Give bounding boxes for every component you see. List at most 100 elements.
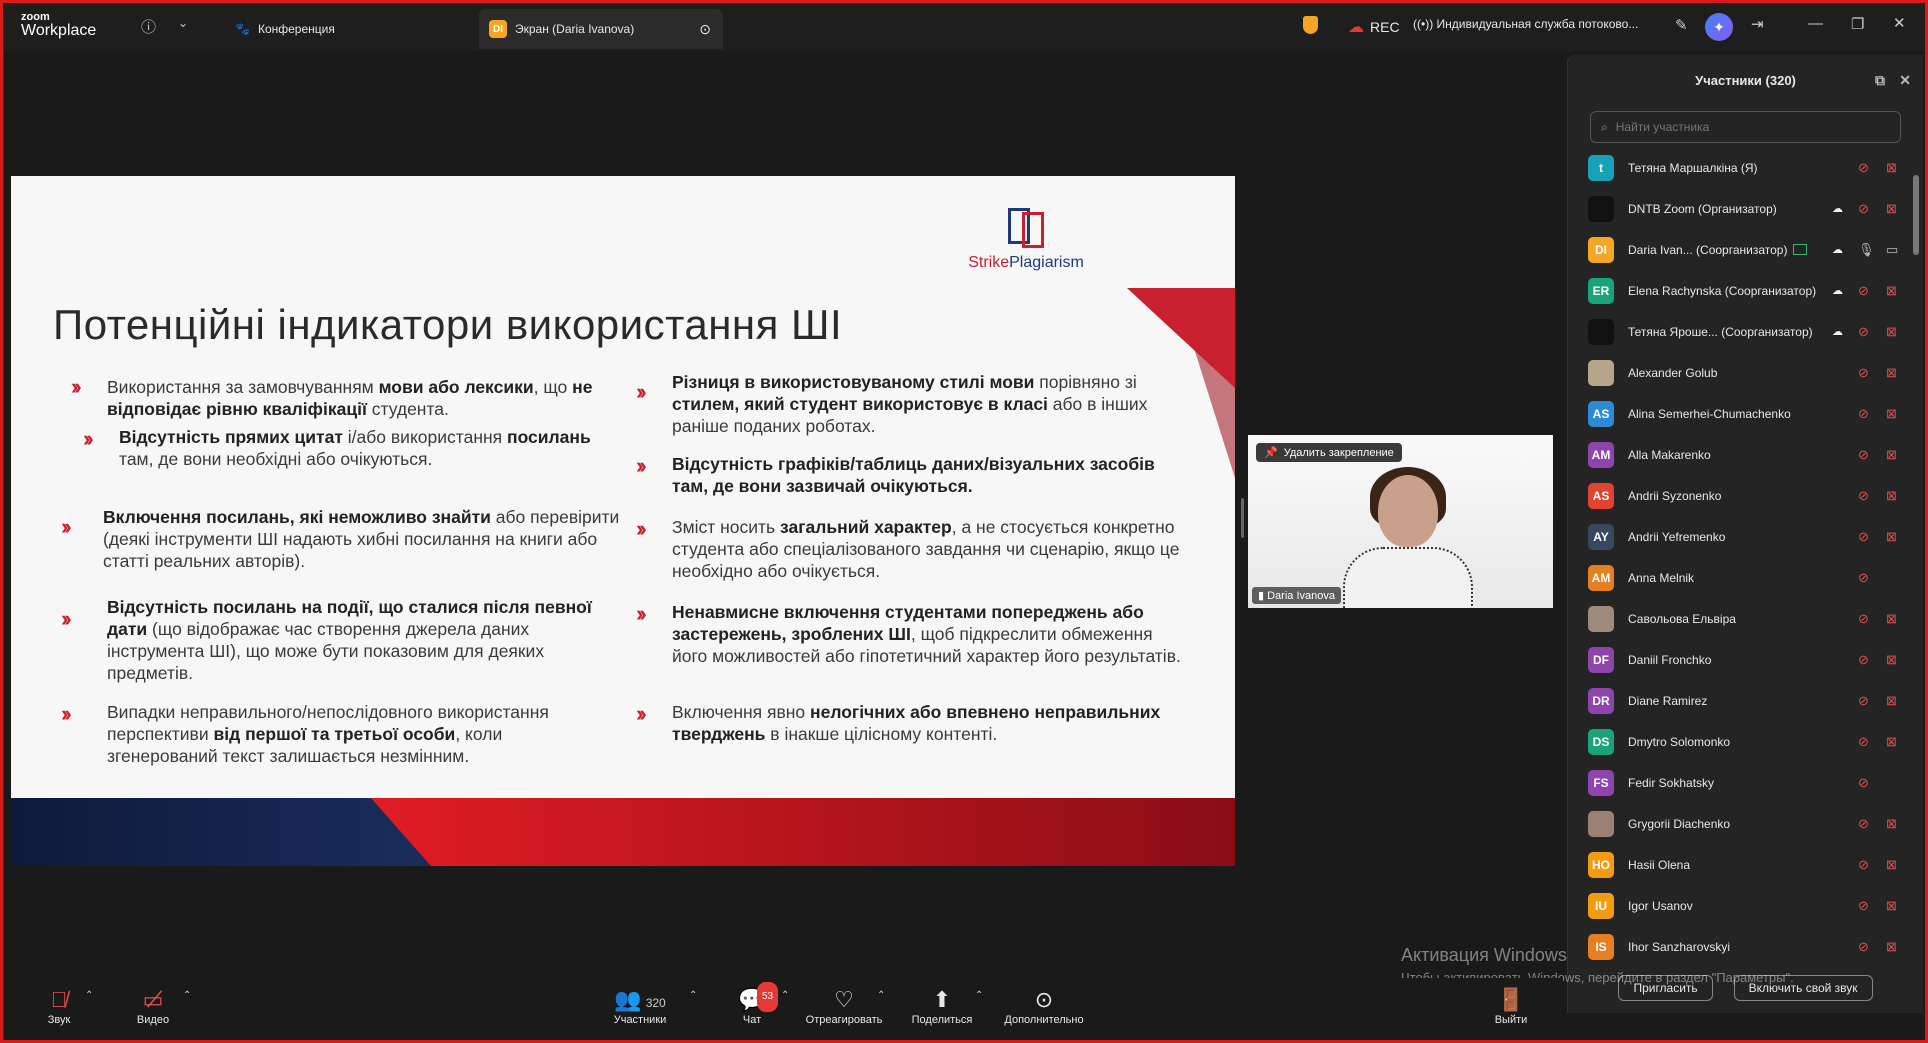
ai-companion-icon[interactable]: ✦ — [1705, 13, 1733, 41]
mic-muted-icon[interactable]: ⊘ — [1858, 160, 1869, 176]
maximize-icon[interactable]: ❐ — [1851, 15, 1864, 33]
react-caret-icon[interactable]: ⌃ — [877, 990, 885, 1001]
participant-row[interactable]: DI Daria Ivan... (Соорганизатор) ☁ 🎙 ▭ — [1568, 229, 1908, 270]
camera-icon[interactable]: ▭ — [1886, 242, 1898, 258]
participant-row[interactable]: Савольова Ельвіра ⊘ ⊠ — [1568, 598, 1908, 639]
camera-off-icon[interactable]: ⊠ — [1886, 693, 1897, 709]
scrollbar[interactable] — [1913, 175, 1919, 255]
more-button[interactable]: ⊙ Дополнительно — [999, 986, 1089, 1026]
mic-muted-icon[interactable]: ⊘ — [1858, 447, 1869, 463]
participant-row[interactable]: AS Andrii Syzonenko ⊘ ⊠ — [1568, 475, 1908, 516]
chat-icon: 💬 53 — [737, 982, 779, 1014]
mic-muted-icon[interactable]: ⊘ — [1858, 816, 1869, 832]
camera-off-icon[interactable]: ⊠ — [1886, 898, 1897, 914]
pinned-video[interactable]: 📌 Удалить закрепление ▮ Daria Ivanova — [1248, 435, 1553, 608]
close-icon[interactable]: ✕ — [1893, 14, 1906, 32]
mic-muted-icon[interactable]: ⊘ — [1858, 406, 1869, 422]
share-caret-icon[interactable]: ⌃ — [975, 990, 983, 1001]
camera-off-icon[interactable]: ⊠ — [1886, 324, 1897, 340]
video-name-tag: ▮ Daria Ivanova — [1252, 587, 1341, 604]
mic-muted-icon[interactable]: ⊘ — [1858, 898, 1869, 914]
audio-button[interactable]: 🎙̸ Звук — [41, 986, 77, 1026]
participants-caret-icon[interactable]: ⌃ — [689, 990, 697, 1001]
tab-conference[interactable]: 🐾 Конференция — [225, 9, 345, 49]
mic-muted-icon[interactable]: ⊘ — [1858, 529, 1869, 545]
camera-off-icon[interactable]: ⊠ — [1886, 857, 1897, 873]
resize-handle[interactable] — [1241, 498, 1244, 538]
participant-row[interactable]: Grygorii Diachenko ⊘ ⊠ — [1568, 803, 1908, 844]
participant-row[interactable]: FS Fedir Sokhatsky ⊘ — [1568, 762, 1908, 803]
shield-icon[interactable] — [1303, 16, 1318, 34]
mic-muted-icon[interactable]: ⊘ — [1858, 693, 1869, 709]
mic-muted-icon[interactable]: ⊘ — [1858, 734, 1869, 750]
participant-row[interactable]: AM Alla Makarenko ⊘ ⊠ — [1568, 434, 1908, 475]
share-button[interactable]: ⬆ Поделиться — [907, 986, 977, 1026]
video-caret-icon[interactable]: ⌃ — [183, 990, 191, 1001]
camera-off-icon[interactable]: ⊠ — [1886, 611, 1897, 627]
mic-muted-icon[interactable]: ⊘ — [1858, 570, 1869, 586]
camera-off-icon[interactable]: ⊠ — [1886, 365, 1897, 381]
participant-row[interactable]: t Тетяна Маршалкіна (Я) ⊘ ⊠ — [1568, 147, 1908, 188]
live-stream-indicator[interactable]: ((•)) Индивидуальная служба потоково... — [1413, 17, 1643, 31]
participant-row[interactable]: DNTB Zoom (Организатор) ☁ ⊘ ⊠ — [1568, 188, 1908, 229]
unpin-button[interactable]: 📌 Удалить закрепление — [1256, 443, 1402, 462]
cloud-record-icon: ☁ — [1832, 203, 1843, 215]
chevron-bullet-icon: ›› — [636, 701, 646, 726]
top-bar: zoom Workplace ⓘ ⌄ 🐾 Конференция DI Экра… — [3, 3, 1925, 51]
tab-screen-share[interactable]: DI Экран (Daria Ivanova) ⊙ — [479, 9, 723, 49]
recording-indicator[interactable]: ☁ REC — [1348, 17, 1400, 37]
camera-off-icon[interactable]: ⊠ — [1886, 283, 1897, 299]
participant-row[interactable]: AS Alina Semerhei-Chumachenko ⊘ ⊠ — [1568, 393, 1908, 434]
participant-row[interactable]: AY Andrii Yefremenko ⊘ ⊠ — [1568, 516, 1908, 557]
video-button[interactable]: ▭̸ Видео — [131, 986, 175, 1026]
camera-off-icon[interactable]: ⊠ — [1886, 816, 1897, 832]
mic-muted-icon[interactable]: ⊘ — [1858, 939, 1869, 955]
react-label: Отреагировать — [805, 1014, 883, 1026]
participant-search[interactable]: ⌕ — [1590, 111, 1901, 143]
mic-muted-icon[interactable]: ⊘ — [1858, 283, 1869, 299]
info-icon[interactable]: ⓘ — [141, 16, 156, 37]
camera-off-icon[interactable]: ⊠ — [1886, 939, 1897, 955]
camera-off-icon[interactable]: ⊠ — [1886, 160, 1897, 176]
minimize-icon[interactable]: — — [1808, 15, 1823, 32]
close-panel-icon[interactable]: ✕ — [1899, 72, 1911, 89]
camera-off-icon[interactable]: ⊠ — [1886, 734, 1897, 750]
more-options-icon[interactable]: ⊙ — [699, 21, 711, 38]
mic-muted-icon[interactable]: ⊘ — [1858, 324, 1869, 340]
participant-row[interactable]: AM Anna Melnik ⊘ — [1568, 557, 1908, 598]
popout-icon[interactable]: ⧉ — [1875, 72, 1885, 89]
mic-muted-icon[interactable]: ⊘ — [1858, 857, 1869, 873]
mic-muted-icon[interactable]: ⊘ — [1858, 365, 1869, 381]
participant-row[interactable]: DR Diane Ramirez ⊘ ⊠ — [1568, 680, 1908, 721]
camera-off-icon[interactable]: ⊠ — [1886, 406, 1897, 422]
mic-muted-icon[interactable]: ⊘ — [1858, 652, 1869, 668]
participant-row[interactable]: Тетяна Яроше... (Соорганизатор) ☁ ⊘ ⊠ — [1568, 311, 1908, 352]
mic-muted-icon[interactable]: ⊘ — [1858, 201, 1869, 217]
participant-row[interactable]: DS Dmytro Solomonko ⊘ ⊠ — [1568, 721, 1908, 762]
camera-off-icon[interactable]: ⊠ — [1886, 652, 1897, 668]
participant-row[interactable]: HO Hasii Olena ⊘ ⊠ — [1568, 844, 1908, 885]
participant-row[interactable]: IU Igor Usanov ⊘ ⊠ — [1568, 885, 1908, 926]
mic-muted-icon[interactable]: ⊘ — [1858, 488, 1869, 504]
exit-fullscreen-icon[interactable]: ⇥ — [1751, 15, 1764, 33]
participant-row[interactable]: ER Elena Rachynska (Соорганизатор) ☁ ⊘ ⊠ — [1568, 270, 1908, 311]
mic-icon[interactable]: 🎙 — [1858, 242, 1875, 258]
chat-button[interactable]: 💬 53 Чат — [737, 982, 779, 1026]
camera-off-icon[interactable]: ⊠ — [1886, 201, 1897, 217]
participant-row[interactable]: Alexander Golub ⊘ ⊠ — [1568, 352, 1908, 393]
audio-caret-icon[interactable]: ⌃ — [85, 990, 93, 1001]
pen-icon[interactable]: ✎ — [1675, 16, 1688, 34]
tab-screen-label: Экран (Daria Ivanova) — [515, 22, 635, 36]
mic-muted-icon[interactable]: ⊘ — [1858, 775, 1869, 791]
participant-row[interactable]: DF Daniil Fronchko ⊘ ⊠ — [1568, 639, 1908, 680]
chat-caret-icon[interactable]: ⌃ — [781, 990, 789, 1001]
camera-off-icon[interactable]: ⊠ — [1886, 529, 1897, 545]
react-button[interactable]: ♡ Отреагировать — [801, 986, 887, 1026]
search-input[interactable] — [1613, 119, 1874, 135]
leave-button[interactable]: 🚪 Выйти — [1491, 986, 1531, 1026]
camera-off-icon[interactable]: ⊠ — [1886, 447, 1897, 463]
camera-off-icon[interactable]: ⊠ — [1886, 488, 1897, 504]
mic-muted-icon[interactable]: ⊘ — [1858, 611, 1869, 627]
participants-button[interactable]: 👥 320 Участники — [609, 986, 671, 1026]
chevron-down-icon[interactable]: ⌄ — [178, 16, 188, 30]
